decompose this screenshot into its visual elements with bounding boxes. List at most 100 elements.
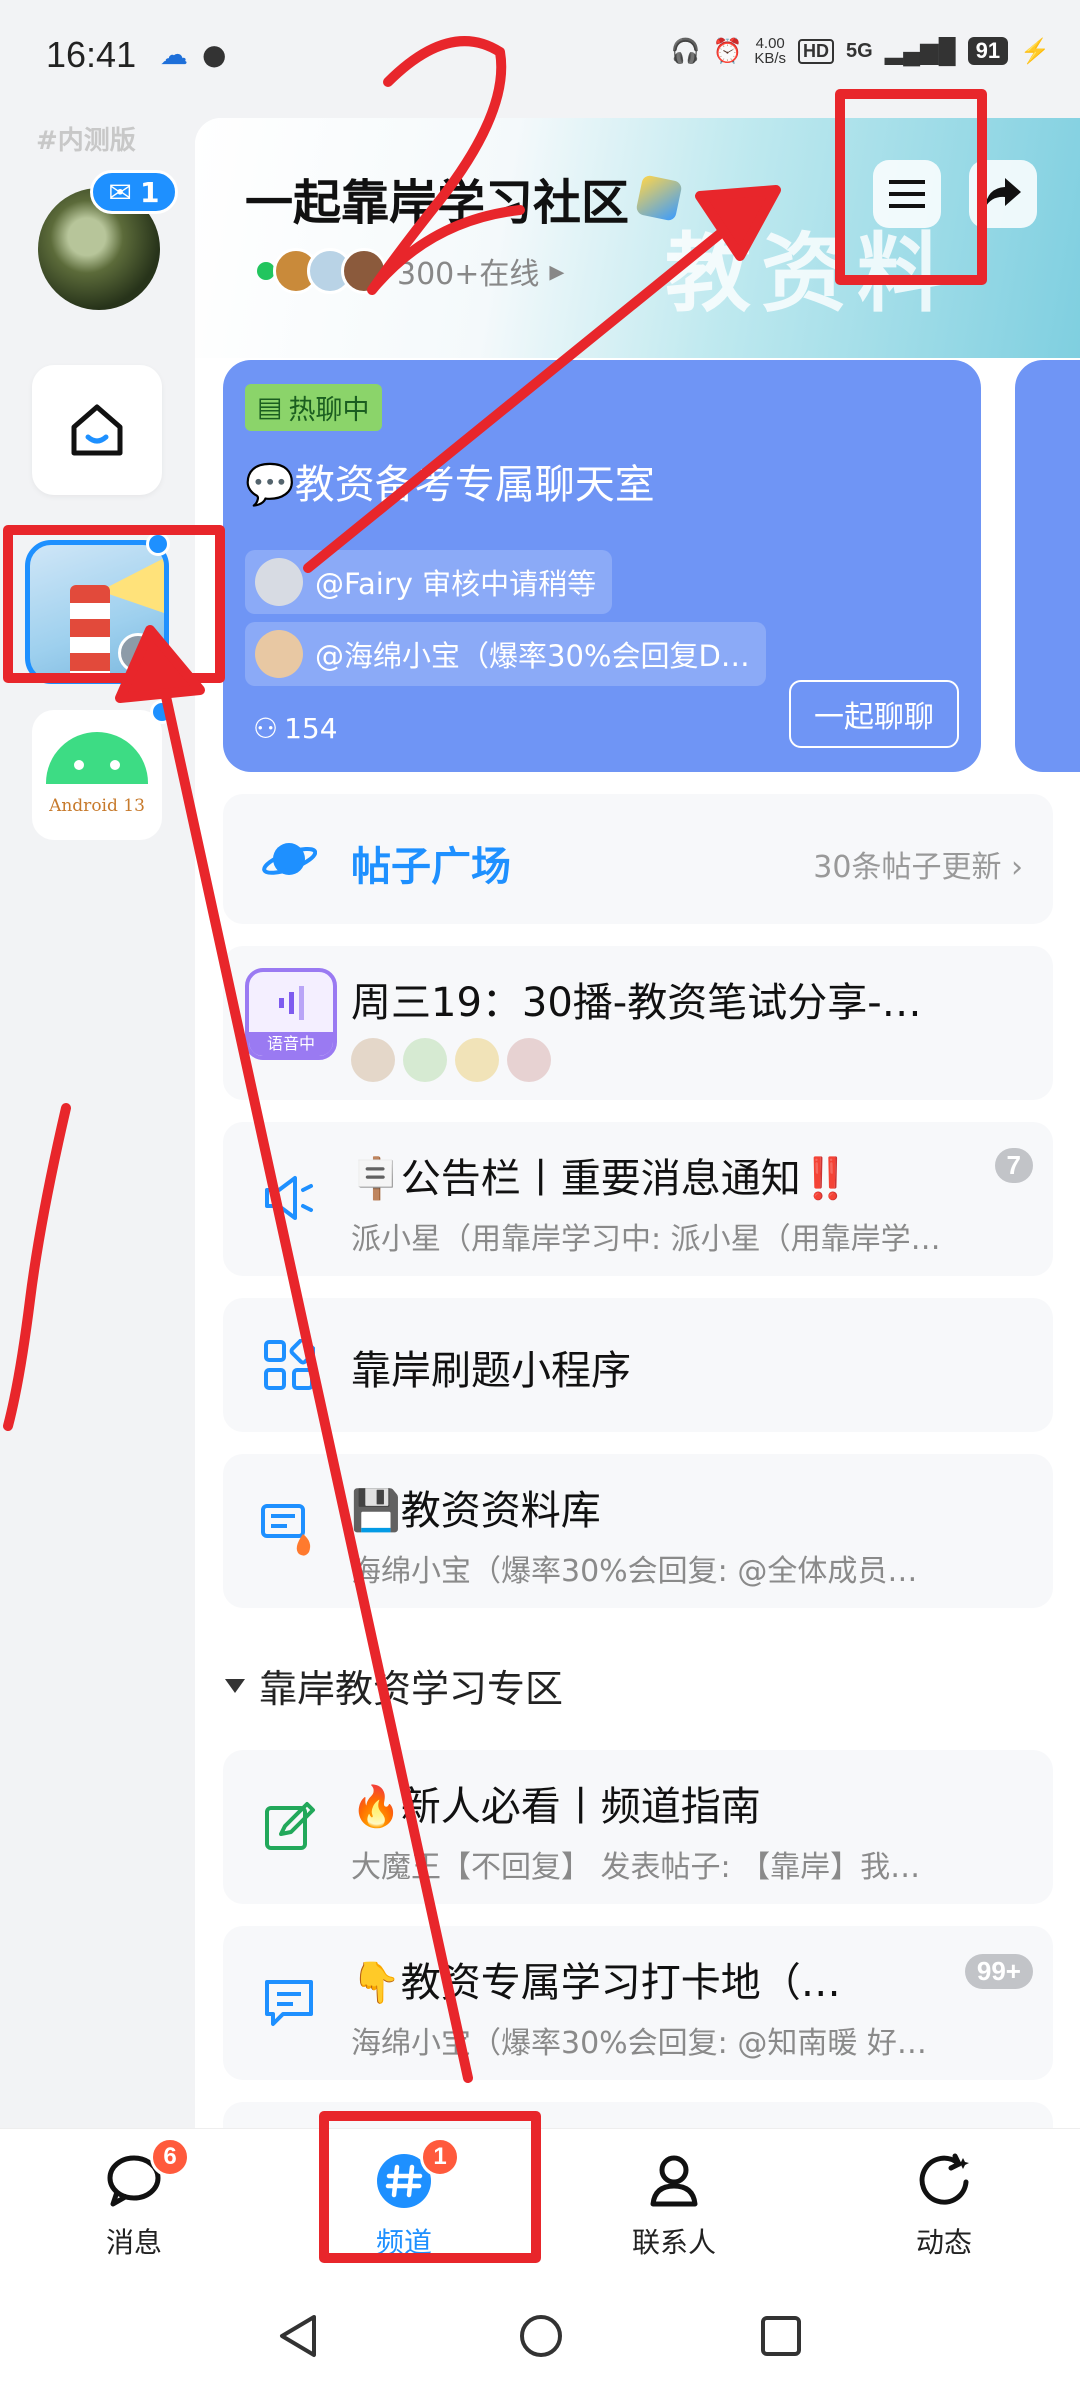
message-text: @Fairy 审核中请稍等: [315, 567, 597, 601]
hot-chat-tag: ▤ 热聊中: [245, 384, 382, 431]
hamburger-icon: [889, 180, 925, 208]
tab-badge: 1: [420, 2137, 460, 2177]
join-chat-button[interactable]: 一起聊聊: [789, 680, 959, 748]
headphones-icon: 🎧: [670, 37, 701, 65]
edit-note-icon: [259, 1796, 319, 1856]
channel-title: 🪧公告栏丨重要消息通知‼️: [351, 1156, 851, 1202]
guild-name: 一起靠岸学习社区: [245, 175, 630, 231]
mail-count: 1: [139, 175, 160, 209]
battery-level: 91: [967, 37, 1009, 65]
channel-title: 周三19：30播-教资笔试分享-…: [351, 980, 922, 1026]
status-notification-icons: ☁ ●: [160, 38, 226, 71]
member-count: ⚇ 154: [253, 712, 338, 745]
home-circle-icon[interactable]: [518, 2313, 564, 2359]
channel-latest-message: 大魔王【不回复】 发表帖子: 【靠岸】我…: [351, 1850, 921, 1885]
megaphone-icon: [259, 1168, 319, 1228]
channel-title: 靠岸刷题小程序: [351, 1348, 631, 1394]
unread-dot: [150, 700, 174, 724]
channel-next[interactable]: [223, 2102, 1053, 2128]
channel-voice[interactable]: 语音中 周三19：30播-教资笔试分享-…: [223, 946, 1053, 1100]
recents-square-icon[interactable]: [760, 2315, 802, 2357]
guild-banner: 教资料: [195, 118, 1080, 358]
message-text: @海绵小宝（爆率30%会回复D…: [315, 639, 750, 673]
status-bar: 16:41 ☁ ● 🎧 ⏰ 4.00 KB/s HD 5G ▂▄▆█ 91 ⚡: [0, 0, 1080, 110]
tab-badge: 6: [150, 2137, 190, 2177]
tab-channels[interactable]: 1 频道: [304, 2129, 504, 2274]
chat-bubble-icon: ●: [202, 38, 227, 71]
tab-moments[interactable]: 动态: [844, 2129, 1044, 2274]
chevron-right-icon: ▸: [549, 253, 565, 289]
beta-label: #内测版: [36, 126, 136, 156]
mail-badge[interactable]: ✉ 1: [90, 170, 178, 214]
channel-latest-message: 海绵小宝（爆率30%会回复: @知南暖 好…: [351, 2026, 927, 2061]
network-speed: 4.00 KB/s: [754, 36, 786, 66]
system-nav-bar: [0, 2273, 1080, 2400]
online-avatars: [273, 248, 387, 294]
channel-title: 💾教资资料库: [351, 1488, 601, 1534]
online-indicator[interactable]: 300+在线 ▸: [257, 248, 564, 294]
channel-title: 🔥新人必看丨频道指南: [351, 1784, 761, 1830]
category-title: 靠岸教资学习专区: [259, 1667, 564, 1711]
planet-icon: [259, 829, 319, 889]
chat-room-card-next[interactable]: [1015, 360, 1080, 772]
channel-latest-message: 派小星（用靠岸学习中: 派小星（用靠岸学…: [351, 1222, 941, 1257]
channel-library[interactable]: 💾教资资料库 海绵小宝（爆率30%会回复: @全体成员…: [223, 1454, 1053, 1608]
grid-apps-icon: [259, 1335, 319, 1395]
unread-badge: 7: [994, 1148, 1033, 1183]
refresh-star-icon: [914, 2151, 974, 2211]
online-count: 300+在线: [397, 257, 540, 292]
mail-icon: ✉: [108, 175, 132, 209]
person-icon: [644, 2151, 704, 2211]
channel-guide[interactable]: 🔥新人必看丨频道指南 大魔王【不回复】 发表帖子: 【靠岸】我…: [223, 1750, 1053, 1904]
status-right: 🎧 ⏰ 4.00 KB/s HD 5G ▂▄▆█ 91 ⚡: [671, 36, 1050, 66]
channel-category-header[interactable]: 靠岸教资学习专区: [225, 1658, 563, 1713]
guild-icon-selected[interactable]: [25, 540, 169, 684]
voice-live-tag: 语音中: [249, 1032, 333, 1056]
android-label: Android 13: [49, 796, 145, 816]
signal-icon: ▂▄▆█: [884, 37, 956, 65]
post-updates: 30条帖子更新 ›: [813, 842, 1023, 886]
guild-title[interactable]: 一起靠岸学习社区: [245, 163, 683, 233]
tab-messages[interactable]: 6 消息: [34, 2129, 234, 2274]
android-eye-left: [74, 760, 84, 770]
avatar: [351, 1038, 395, 1082]
chat-room-card[interactable]: ▤ 热聊中 💬教资备考专属聊天室 @Fairy 审核中请稍等 @海绵小宝（爆率3…: [223, 360, 981, 772]
sound-wave-icon: [279, 986, 304, 1020]
tab-contacts[interactable]: 联系人: [574, 2129, 774, 2274]
channel-title: 帖子广场: [351, 844, 511, 890]
channel-checkin[interactable]: 👇教资专属学习打卡地（… 海绵小宝（爆率30%会回复: @知南暖 好… 99+: [223, 1926, 1053, 2080]
guild-rail: #内测版 ✉ 1 Android 13: [0, 110, 195, 2120]
tab-label: 频道: [375, 2226, 432, 2259]
avatar: [507, 1038, 551, 1082]
share-button[interactable]: [969, 160, 1037, 228]
charging-icon: ⚡: [1020, 37, 1050, 65]
channel-mini-program[interactable]: 靠岸刷题小程序: [223, 1298, 1053, 1432]
hd-badge: HD: [798, 38, 835, 64]
avatar: [403, 1038, 447, 1082]
guild-icon-android[interactable]: Android 13: [32, 710, 162, 840]
collapse-triangle-icon: [225, 1678, 245, 1693]
person-icon: ⚇: [253, 712, 279, 745]
menu-button[interactable]: [873, 160, 941, 228]
chat-tag-icon: ▤: [257, 392, 283, 423]
status-time: 16:41: [46, 34, 137, 75]
guild-panel: 教资料 一起靠岸学习社区 300+在线 ▸ ▤ 热聊中 💬教资备考专属聊天室 @…: [195, 118, 1080, 2128]
channel-post-square[interactable]: 帖子广场 30条帖子更新 ›: [223, 794, 1053, 924]
bottom-nav: 6 消息 1 频道 联系人 动态: [0, 2128, 1080, 2273]
unread-dot: [146, 532, 170, 556]
cloud-icon: ☁: [160, 38, 188, 71]
chat-preview-message: @海绵小宝（爆率30%会回复D…: [245, 622, 766, 686]
chat-fire-icon: [259, 1500, 319, 1560]
android-eye-right: [110, 760, 120, 770]
channel-title: 👇教资专属学习打卡地（…: [351, 1960, 841, 2006]
alarm-icon: ⏰: [712, 37, 743, 65]
voice-participants: [351, 1038, 551, 1082]
back-icon[interactable]: [276, 2313, 320, 2359]
home-button[interactable]: [32, 365, 162, 495]
chat-bubble-icon: [259, 1972, 319, 2032]
channel-latest-message: 海绵小宝（爆率30%会回复: @全体成员…: [351, 1554, 918, 1589]
avatar: [255, 630, 303, 678]
channel-announcement[interactable]: 🪧公告栏丨重要消息通知‼️ 派小星（用靠岸学习中: 派小星（用靠岸学… 7: [223, 1122, 1053, 1276]
chat-preview-message: @Fairy 审核中请稍等: [245, 550, 613, 614]
post-updates-text: 30条帖子更新: [813, 850, 1002, 885]
